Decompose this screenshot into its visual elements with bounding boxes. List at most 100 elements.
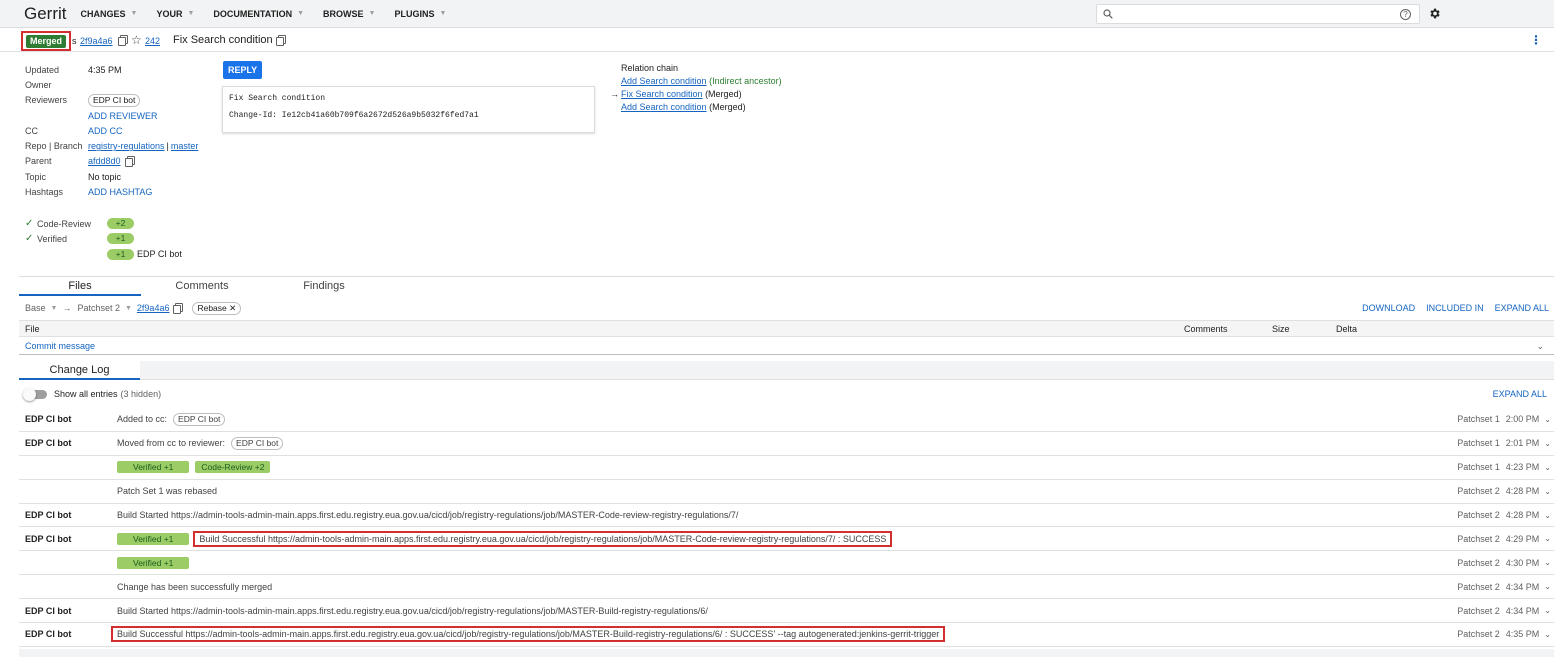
caret-down-icon: ▼ [439,10,447,17]
nav-documentation[interactable]: DOCUMENTATION ▼ [213,9,304,19]
chevron-down-icon[interactable]: ⌄ [1544,511,1551,520]
log-row[interactable]: EDP CI bot Build Started https://admin-t… [19,504,1554,528]
chevron-down-icon[interactable]: ⌄ [1544,606,1551,615]
change-subject: Fix Search condition [173,34,273,46]
reviewer-chip[interactable]: EDP CI bot [88,93,141,107]
log-row[interactable]: EDP CI bot Added to cc: EDP CI bot Patchs… [19,408,1554,432]
log-row[interactable]: Verified +1 Code-Review +2 Patchset 1 4:23… [19,456,1554,480]
gear-icon[interactable] [1428,7,1441,20]
commit-message-link[interactable]: Commit message [25,341,95,351]
copy-icon[interactable] [124,156,135,168]
nav-browse[interactable]: BROWSE ▼ [323,9,375,19]
star-icon[interactable]: ☆ [131,33,142,47]
log-row[interactable]: Patch Set 1 was rebased Patchset 2 4:28 P… [19,480,1554,504]
log-time: 2:00 PM [1505,414,1540,425]
copy-icon[interactable] [173,303,184,314]
help-icon[interactable]: ? [1400,9,1411,20]
log-author: EDP CI bot [25,438,72,449]
patchset-select[interactable]: Patchset 2 ▼ [77,303,136,313]
log-row[interactable]: EDP CI bot Build Successful https://admi… [19,623,1554,647]
log-message: Added to cc: [117,414,168,425]
patchset-label: Patchset 2 [77,303,120,313]
vote-chip[interactable]: +2 [107,218,134,230]
add-cc-button[interactable]: ADD CC [88,126,123,136]
relation-link[interactable]: Add Search condition [621,76,707,86]
add-hashtag-button[interactable]: ADD HASHTAG [88,187,152,197]
chevron-down-icon[interactable]: ⌄ [1544,534,1551,543]
meta-key: Updated [25,64,60,75]
caret-down-icon: ▼ [124,304,132,312]
tab-findings[interactable]: Findings [263,277,385,296]
reply-button[interactable]: REPLY [223,61,263,79]
chevron-down-icon[interactable]: ⌄ [1544,630,1551,639]
log-row[interactable]: EDP CI bot Moved from cc to reviewer: EDP… [19,432,1554,456]
tab-comments[interactable]: Comments [141,277,263,296]
show-all-toggle[interactable] [23,387,47,401]
gerrit-logo[interactable]: Gerrit [24,4,67,24]
branch-link[interactable]: master [171,141,199,151]
user-chip[interactable]: EDP CI bot [173,412,226,426]
included-in-button[interactable]: INCLUDED IN [1426,303,1484,313]
rebase-chip[interactable]: Rebase ✕ [192,301,242,315]
commit-link[interactable]: 2f9a4a6 [80,36,113,46]
relation-note: (Merged) [709,102,746,112]
log-message: Build Started https://admin-tools-admin-… [117,605,708,616]
change-header: Merged s 2f9a4a6 ☆ 242 Fix Search condit… [0,28,1554,52]
log-time: 4:34 PM [1505,605,1540,616]
meta-key: Hashtags [25,187,64,198]
chevron-down-icon[interactable]: ⌄ [1544,487,1551,496]
log-row[interactable]: Change has been successfully merged Patc… [19,575,1554,600]
chevron-down-icon[interactable]: ⌄ [1544,558,1551,567]
copy-icon[interactable] [276,35,286,46]
nav-label: DOCUMENTATION [213,8,293,19]
repo-link[interactable]: registry-regulations [88,141,165,151]
search-box[interactable]: ? [1096,4,1420,24]
meta-key: Owner [25,79,52,90]
parent-link[interactable]: afdd8d0 [88,156,121,166]
change-number-link[interactable]: 242 [145,36,160,46]
nav-plugins[interactable]: PLUGINS ▼ [394,9,446,19]
log-time: 4:28 PM [1505,510,1540,520]
log-row[interactable]: EDP CI bot Verified +1 Build Successful h… [19,527,1554,552]
nav-your[interactable]: YOUR ▼ [156,9,194,19]
relation-link[interactable]: Fix Search condition [621,89,703,99]
nav-changes[interactable]: CHANGES ▼ [81,9,138,19]
log-row[interactable]: Verified +1 Patchset 2 4:30 PM ⌄ [19,551,1554,576]
base-select[interactable]: Base ▼ [25,303,62,313]
tab-change-log[interactable]: Change Log [19,361,140,380]
check-icon: ✓ [25,233,34,245]
tab-files[interactable]: Files [19,277,141,296]
vote-chip[interactable]: +1 [107,248,134,260]
download-button[interactable]: DOWNLOAD [1362,303,1415,313]
expand-all-log-button[interactable]: EXPAND ALL [1493,389,1547,399]
nav-label: CHANGES [80,8,126,19]
copy-icon[interactable] [118,35,128,46]
change-log-tabs: Change Log [19,361,1554,380]
commit-message-row[interactable]: Commit message ⌄ [19,338,1554,355]
patchset-commit-link[interactable]: 2f9a4a6 [137,303,170,313]
nav-label: PLUGINS [394,8,435,19]
col-size: Size [1272,323,1290,334]
caret-down-icon: ▼ [187,10,195,17]
caret-down-icon: ▼ [130,10,138,17]
add-reviewer-button[interactable]: ADD REVIEWER [88,111,158,121]
relation-note: (Indirect ancestor) [709,76,782,86]
separator: | [166,141,169,152]
chevron-down-icon[interactable]: ⌄ [1544,463,1551,472]
relation-chain: Relation chain Add Search condition (Ind… [610,62,782,114]
log-row[interactable]: EDP CI bot Build Started https://admin-t… [19,599,1554,624]
patchset-label: Patchset 2 [1457,533,1500,544]
chevron-down-icon[interactable]: ⌄ [1544,415,1551,424]
chevron-down-icon[interactable]: ⌄ [1544,582,1551,591]
relation-link[interactable]: Add Search condition [621,102,707,112]
expand-all-button[interactable]: EXPAND ALL [1495,303,1549,313]
caret-down-icon: ▼ [50,304,58,312]
search-input[interactable] [1117,6,1419,22]
more-vert-icon[interactable]: ⋮ [1530,33,1542,47]
user-chip[interactable]: EDP CI bot [231,436,284,450]
chevron-down-icon[interactable]: ⌄ [1544,439,1551,448]
vote-chip[interactable]: +1 [107,233,134,245]
log-time: 4:23 PM [1505,462,1540,473]
search-icon [1103,9,1113,19]
chevron-down-icon[interactable]: ⌄ [1536,341,1544,352]
